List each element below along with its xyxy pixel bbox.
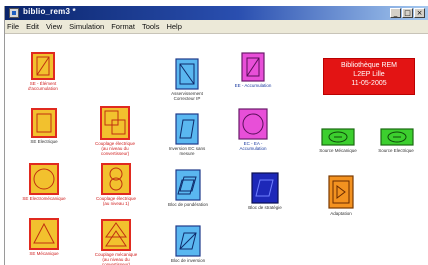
banner-line3: 11-05-2005: [351, 80, 387, 87]
close-icon[interactable]: ×: [414, 8, 425, 18]
block-strategie-icon[interactable]: [251, 172, 279, 204]
block-source-electrique-icon[interactable]: [380, 128, 414, 146]
block-couplage-electrique-icon[interactable]: [100, 106, 130, 140]
block-ec-ea-accumulation-icon[interactable]: [238, 108, 268, 140]
menu-help[interactable]: Help: [166, 22, 181, 31]
block-inversion-sans-mesure-label: Inversion EC sans mesure: [168, 146, 206, 156]
block-sn-element-icon[interactable]: [31, 52, 55, 80]
block-source-mecanique-icon[interactable]: [321, 128, 355, 146]
block-adaptation-icon[interactable]: [328, 175, 354, 209]
title-bar[interactable]: biblio_rem3 * _ □ ×: [5, 6, 428, 20]
menu-edit[interactable]: Edit: [26, 22, 39, 31]
block-ec-ea-accumulation-label: EC - EA - Accumulation: [239, 141, 267, 151]
block-se-electrique-icon[interactable]: [31, 108, 57, 138]
app-icon: [9, 8, 19, 18]
block-inversion-icon[interactable]: [175, 225, 201, 257]
block-se-mecanique-icon[interactable]: [29, 218, 59, 250]
block-se-electromecanique-icon[interactable]: [29, 163, 59, 195]
menu-tools[interactable]: Tools: [142, 22, 160, 31]
block-couplage-mecanique-label: Couplage mécanique (au niveau du convert…: [94, 252, 138, 265]
block-asservissement-icon[interactable]: [175, 58, 199, 90]
block-couplage-electromecanique-label: Couplage électrique (au niveau 1): [95, 196, 137, 206]
block-ponderation-label: Bloc de pondération: [167, 202, 209, 207]
library-banner: Bibliothèque REM L2EP Lille 11-05-2005: [323, 58, 415, 95]
banner-line1: Bibliothèque REM: [340, 62, 398, 69]
banner-line2: L2EP Lille: [353, 71, 385, 78]
block-asservissement-label: Asservissement Correcteur IP: [171, 91, 203, 101]
block-ponderation-icon[interactable]: [175, 169, 201, 201]
minimize-icon[interactable]: _: [390, 8, 401, 18]
block-sn-element-label: SE - Élément d'accumulation: [28, 81, 58, 91]
block-inversion-sans-mesure-icon[interactable]: [175, 113, 199, 145]
block-se-electromecanique-label: SE Electromécanique: [22, 196, 66, 201]
block-strategie-label: Bloc de stratégie: [248, 205, 282, 210]
window-controls: _ □ ×: [390, 8, 425, 18]
block-se-electrique-label: SE Electrique: [30, 139, 58, 144]
block-couplage-electromecanique-icon[interactable]: [101, 163, 131, 195]
block-couplage-mecanique-icon[interactable]: [101, 219, 131, 251]
block-couplage-electrique-label: Couplage électrique (au niveau du conver…: [94, 141, 136, 156]
block-ee-accumulation-icon[interactable]: [241, 52, 265, 82]
menu-simulation[interactable]: Simulation: [69, 22, 104, 31]
menu-format[interactable]: Format: [111, 22, 135, 31]
block-source-electrique-label: Source Electrique: [378, 148, 414, 153]
block-ee-accumulation-label: EE - Accumulation: [234, 83, 272, 88]
model-canvas[interactable]: SE - Élément d'accumulation SE Electriqu…: [5, 35, 428, 265]
block-se-mecanique-label: SE Mécanique: [29, 251, 59, 256]
block-adaptation-label: Adaptation: [330, 211, 352, 216]
maximize-icon[interactable]: □: [402, 8, 413, 18]
window-title: biblio_rem3 *: [23, 7, 76, 16]
menu-bar: File Edit View Simulation Format Tools H…: [5, 20, 428, 34]
menu-view[interactable]: View: [46, 22, 62, 31]
menu-file[interactable]: File: [7, 22, 19, 31]
block-inversion-label: Bloc de inversion: [170, 258, 206, 263]
block-source-mecanique-label: Source Mécanique: [319, 148, 357, 153]
simulink-library-window: biblio_rem3 * _ □ × File Edit View Simul…: [4, 6, 428, 265]
